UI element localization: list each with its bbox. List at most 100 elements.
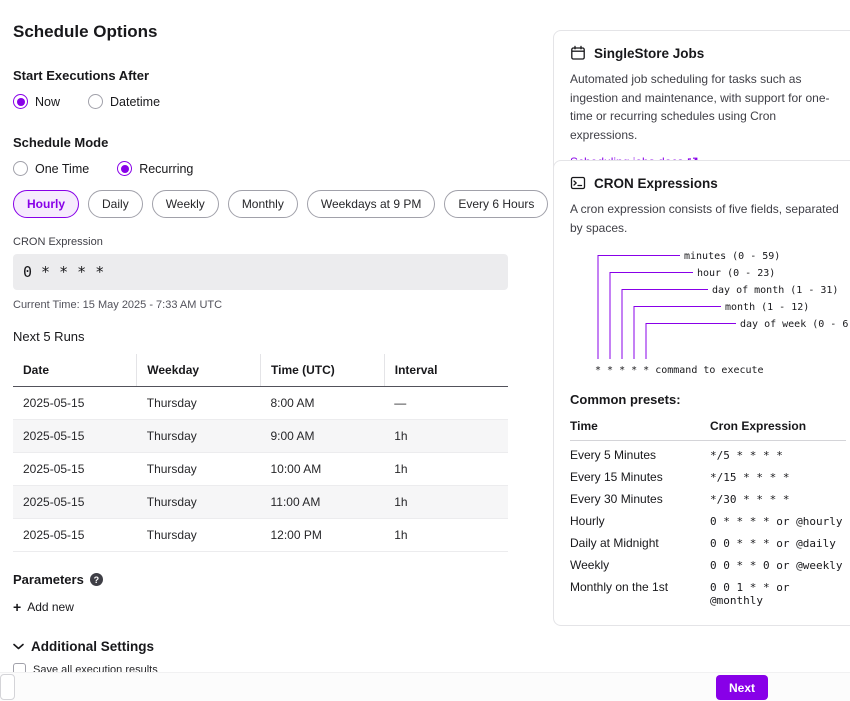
column-header-interval: Interval — [384, 354, 508, 387]
radio-label: Recurring — [139, 162, 193, 176]
radio-label: Datetime — [110, 95, 160, 109]
column-header-weekday: Weekday — [137, 354, 261, 387]
cell-date: 2025-05-15 — [13, 387, 137, 420]
table-row: 2025-05-15 Thursday 10:00 AM 1h — [13, 453, 508, 486]
cron-card-description: A cron expression consists of five field… — [570, 200, 846, 237]
next-button[interactable]: Next — [716, 675, 768, 700]
pill-hourly[interactable]: Hourly — [13, 190, 79, 218]
diagram-bottom-line: * * * * * command to execute — [595, 365, 764, 376]
pill-weekdays-9pm[interactable]: Weekdays at 9 PM — [307, 190, 436, 218]
help-icon[interactable]: ? — [90, 573, 103, 586]
preset-time: Monthly on the 1st — [570, 580, 710, 594]
cron-card-header: CRON Expressions — [570, 175, 846, 191]
radio-label: One Time — [35, 162, 89, 176]
preset-time: Every 30 Minutes — [570, 492, 710, 506]
preset-row: Hourly 0 * * * * or @hourly — [570, 510, 846, 532]
cell-weekday: Thursday — [137, 519, 261, 552]
preset-cron: */15 * * * * — [710, 471, 846, 484]
add-new-label: Add new — [27, 600, 74, 614]
column-header-date: Date — [13, 354, 137, 387]
diagram-line — [622, 290, 708, 360]
cell-date: 2025-05-15 — [13, 453, 137, 486]
pill-weekly[interactable]: Weekly — [152, 190, 219, 218]
cell-time: 9:00 AM — [261, 420, 385, 453]
cell-weekday: Thursday — [137, 486, 261, 519]
cell-weekday: Thursday — [137, 420, 261, 453]
start-after-heading: Start Executions After — [13, 68, 508, 83]
diagram-label-hour: hour (0 - 23) — [697, 268, 775, 279]
additional-settings-toggle[interactable]: Additional Settings — [13, 639, 508, 654]
schedule-mode-heading: Schedule Mode — [13, 135, 508, 150]
add-new-button[interactable]: + Add new — [13, 600, 74, 614]
page-title: Schedule Options — [13, 22, 508, 42]
preset-time: Weekly — [570, 558, 710, 572]
schedule-options-panel: Schedule Options Start Executions After … — [13, 22, 508, 698]
cell-interval: 1h — [384, 453, 508, 486]
preset-cron: */30 * * * * — [710, 493, 846, 506]
cron-expression-label: CRON Expression — [13, 236, 508, 248]
cell-interval: — — [384, 387, 508, 420]
radio-now[interactable]: Now — [13, 94, 60, 109]
parameters-header: Parameters ? — [13, 572, 508, 587]
chevron-down-icon — [13, 643, 24, 650]
preset-time: Daily at Midnight — [570, 536, 710, 550]
diagram-line — [634, 307, 721, 360]
presets-column-time: Time — [570, 419, 710, 433]
partial-button[interactable] — [0, 674, 15, 700]
pill-monthly[interactable]: Monthly — [228, 190, 298, 218]
column-header-time: Time (UTC) — [261, 354, 385, 387]
diagram-line — [646, 324, 736, 360]
footer-bar: Next — [0, 672, 850, 701]
radio-recurring[interactable]: Recurring — [117, 161, 193, 176]
cron-expression-input[interactable] — [13, 254, 508, 290]
cell-time: 10:00 AM — [261, 453, 385, 486]
radio-selected-icon — [117, 161, 132, 176]
cell-time: 12:00 PM — [261, 519, 385, 552]
preset-cron: */5 * * * * — [710, 449, 846, 462]
table-row: 2025-05-15 Thursday 12:00 PM 1h — [13, 519, 508, 552]
cell-interval: 1h — [384, 519, 508, 552]
next-runs-table: Date Weekday Time (UTC) Interval 2025-05… — [13, 354, 508, 552]
current-time-text: Current Time: 15 May 2025 - 7:33 AM UTC — [13, 299, 508, 311]
cell-interval: 1h — [384, 420, 508, 453]
preset-time: Every 5 Minutes — [570, 448, 710, 462]
radio-one-time[interactable]: One Time — [13, 161, 89, 176]
jobs-card-title: SingleStore Jobs — [594, 46, 704, 61]
preset-row: Daily at Midnight 0 0 * * * or @daily — [570, 532, 846, 554]
terminal-icon — [570, 175, 586, 191]
table-header-row: Date Weekday Time (UTC) Interval — [13, 354, 508, 387]
preset-pills: Hourly Daily Weekly Monthly Weekdays at … — [13, 190, 508, 218]
radio-label: Now — [35, 95, 60, 109]
cell-date: 2025-05-15 — [13, 486, 137, 519]
preset-row: Weekly 0 0 * * 0 or @weekly — [570, 554, 846, 576]
preset-row: Monthly on the 1st 0 0 1 * * or @monthly — [570, 576, 846, 611]
cell-date: 2025-05-15 — [13, 519, 137, 552]
presets-table: Time Cron Expression Every 5 Minutes */5… — [570, 415, 846, 611]
additional-settings-heading: Additional Settings — [31, 639, 154, 654]
preset-cron: 0 0 * * 0 or @weekly — [710, 559, 846, 572]
presets-column-cron: Cron Expression — [710, 419, 846, 433]
parameters-heading: Parameters — [13, 572, 84, 587]
table-row: 2025-05-15 Thursday 11:00 AM 1h — [13, 486, 508, 519]
table-row: 2025-05-15 Thursday 8:00 AM — — [13, 387, 508, 420]
pill-daily[interactable]: Daily — [88, 190, 143, 218]
calendar-icon — [570, 45, 586, 61]
next-runs-heading: Next 5 Runs — [13, 329, 508, 344]
presets-header-row: Time Cron Expression — [570, 415, 846, 441]
start-after-radio-group: Now Datetime — [13, 94, 508, 109]
cell-time: 8:00 AM — [261, 387, 385, 420]
preset-time: Hourly — [570, 514, 710, 528]
preset-time: Every 15 Minutes — [570, 470, 710, 484]
cell-weekday: Thursday — [137, 387, 261, 420]
radio-datetime[interactable]: Datetime — [88, 94, 160, 109]
preset-row: Every 30 Minutes */30 * * * * — [570, 488, 846, 510]
cell-interval: 1h — [384, 486, 508, 519]
diagram-label-day-of-month: day of month (1 - 31) — [712, 285, 838, 296]
cell-weekday: Thursday — [137, 453, 261, 486]
radio-unselected-icon — [13, 161, 28, 176]
radio-selected-icon — [13, 94, 28, 109]
plus-icon: + — [13, 600, 21, 614]
radio-unselected-icon — [88, 94, 103, 109]
pill-every-6-hours[interactable]: Every 6 Hours — [444, 190, 548, 218]
diagram-label-minutes: minutes (0 - 59) — [684, 251, 780, 262]
